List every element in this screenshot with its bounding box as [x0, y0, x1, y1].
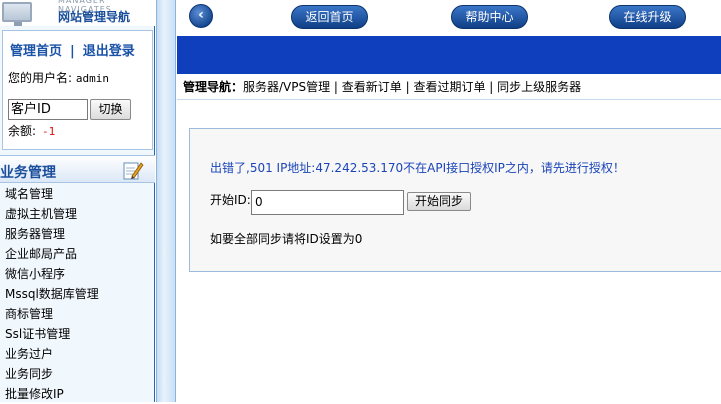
menu-item-miniapp[interactable]: 微信小程序 [5, 264, 99, 284]
username-row: 您的用户名: admin [8, 69, 109, 86]
switch-button[interactable]: 切换 [90, 99, 131, 120]
logo: MANAGER NAVIGATES 网站管理导航 [0, 0, 155, 26]
section-title: 业务管理 [0, 165, 56, 181]
customer-id-input[interactable]: 客户ID [8, 99, 88, 120]
monitor-icon [2, 2, 32, 26]
breadcrumb-label: 管理导航： [183, 80, 244, 94]
logo-title: 网站管理导航 [58, 10, 131, 24]
upgrade-button[interactable]: 在线升级 [609, 5, 686, 29]
menu-item-domain[interactable]: 域名管理 [5, 184, 99, 204]
menu-item-mail[interactable]: 企业邮局产品 [5, 244, 99, 264]
logout-link[interactable]: 退出登录 [83, 44, 135, 59]
menu-item-ssl[interactable]: Ssl证书管理 [5, 324, 99, 344]
account-links: 管理首页 | 退出登录 [10, 40, 135, 59]
error-message: 出错了,501 IP地址:47.242.53.170不在API接口授权IP之内，… [210, 161, 625, 175]
sidebar: MANAGER NAVIGATES 网站管理导航 管理首页 | 退出登录 您的用户名… [0, 0, 155, 402]
username-label: 您的用户名: [8, 71, 73, 85]
menu-item-batch-ip[interactable]: 批量修改IP [5, 384, 99, 404]
frame-splitter[interactable] [156, 0, 176, 402]
start-id-input[interactable]: 0 [251, 190, 404, 215]
link-divider: | [70, 44, 75, 59]
sync-panel: 出错了,501 IP地址:47.242.53.170不在API接口授权IP之内，… [189, 128, 721, 272]
menu-item-transfer[interactable]: 业务过户 [5, 344, 99, 364]
back-arrow-icon[interactable]: ‹ [189, 4, 213, 28]
sync-hint: 如要全部同步请将ID设置为0 [210, 232, 363, 246]
menu-item-mssql[interactable]: Mssql数据库管理 [5, 284, 99, 304]
username-value: admin [75, 72, 109, 85]
home-button[interactable]: 返回首页 [291, 5, 368, 29]
business-menu: 域名管理 虚拟主机管理 服务器管理 企业邮局产品 微信小程序 Mssql数据库管… [5, 184, 99, 404]
menu-item-trademark[interactable]: 商标管理 [5, 304, 99, 324]
home-link[interactable]: 管理首页 [10, 44, 62, 59]
edit-pen-icon [123, 162, 144, 180]
balance-row: 余额: -1 [8, 122, 55, 139]
breadcrumb: 管理导航：服务器/VPS管理 | 查看新订单 | 查看过期订单 | 同步上级服务… [177, 74, 721, 100]
balance-value: -1 [42, 125, 56, 138]
section-header[interactable]: 业务管理 [0, 155, 155, 183]
balance-label: 余额: [8, 124, 37, 138]
breadcrumb-links[interactable]: 服务器/VPS管理 | 查看新订单 | 查看过期订单 | 同步上级服务器 [243, 80, 581, 94]
help-button[interactable]: 帮助中心 [451, 5, 528, 29]
menu-item-sync[interactable]: 业务同步 [5, 364, 99, 384]
start-id-label: 开始ID: [210, 193, 251, 207]
menu-item-vhost[interactable]: 虚拟主机管理 [5, 204, 99, 224]
header-banner [177, 36, 721, 74]
menu-item-server[interactable]: 服务器管理 [5, 224, 99, 244]
start-sync-button[interactable]: 开始同步 [407, 192, 471, 211]
